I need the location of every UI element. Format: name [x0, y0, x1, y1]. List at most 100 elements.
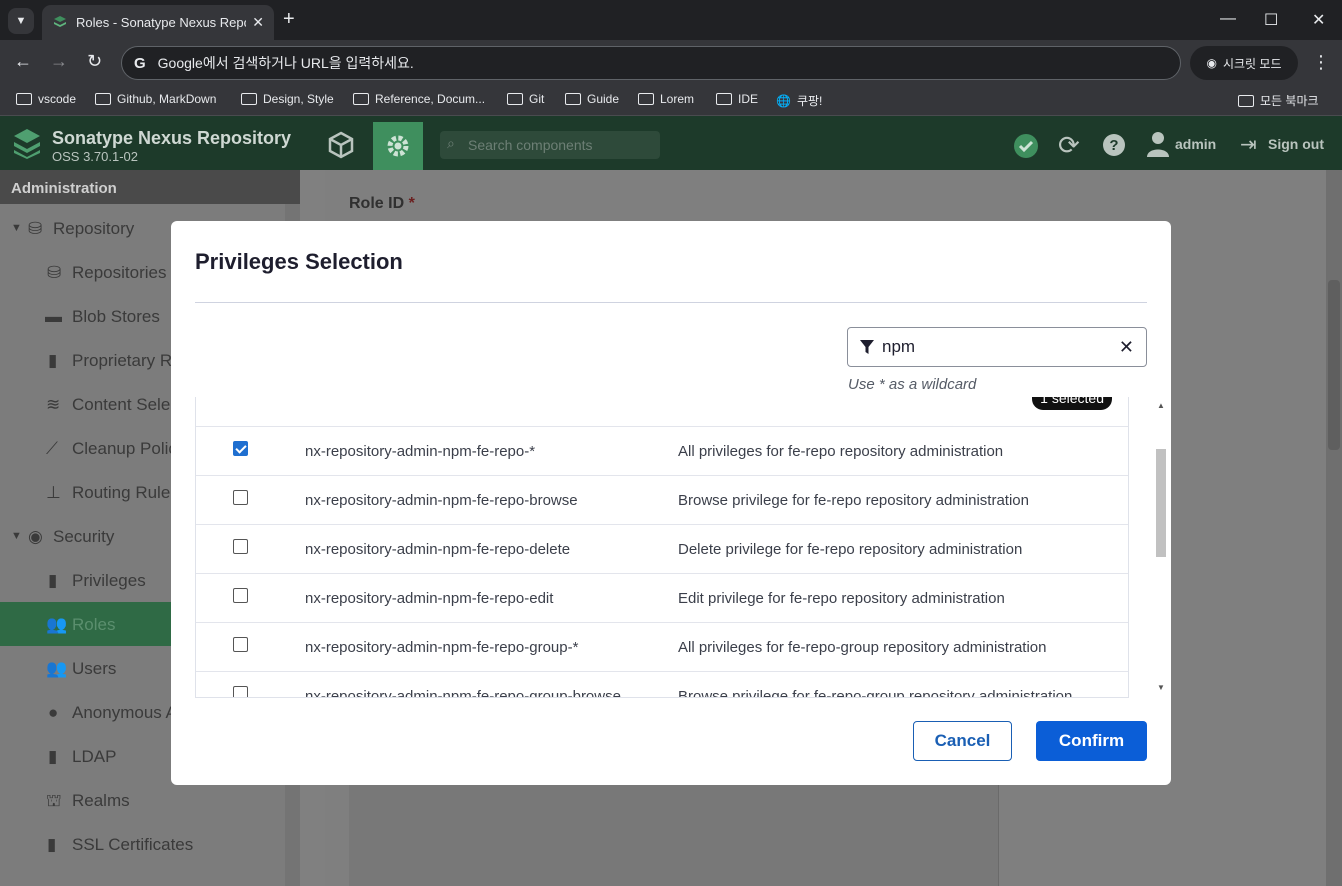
row-checkbox[interactable] [233, 686, 248, 697]
badge-icon: ▮ [48, 571, 58, 590]
bookmark-folder[interactable]: Github, MarkDown [95, 92, 216, 106]
bookmark-folder[interactable]: Reference, Docum... [353, 92, 485, 106]
bookmark-link[interactable]: 🌐 쿠팡! [776, 92, 822, 109]
row-checkbox[interactable] [233, 588, 248, 603]
sidebar-item-privileges[interactable]: Privileges [72, 571, 146, 591]
sidebar-item-cleanup-policies[interactable]: Cleanup Polic [72, 439, 177, 459]
realm-icon: ⛫ [46, 791, 62, 810]
table-row[interactable]: nx-repository-admin-npm-fe-repo-delete D… [196, 524, 1128, 573]
sidebar-item-users[interactable]: Users [72, 659, 116, 679]
user-name[interactable]: admin [1175, 136, 1216, 152]
bookmark-label: vscode [38, 92, 77, 106]
reload-icon[interactable]: ↻ [87, 51, 102, 72]
bookmark-folder[interactable]: Git [507, 92, 544, 106]
expand-arrow-icon[interactable]: ▼ [11, 222, 22, 234]
sidebar-item-repository[interactable]: Repository [53, 219, 134, 239]
role-id-text: Role ID [349, 195, 405, 212]
bookmark-folder[interactable]: Design, Style [241, 92, 334, 106]
row-checkbox[interactable] [233, 637, 248, 652]
minimize-icon[interactable]: — [1220, 10, 1236, 28]
brand-name: Sonatype Nexus Repository [52, 128, 292, 148]
sidebar-item-roles[interactable]: Roles [72, 615, 115, 635]
sidebar-item-proprietary[interactable]: Proprietary R [72, 351, 172, 371]
table-row[interactable]: nx-repository-admin-npm-fe-repo-browse B… [196, 475, 1128, 524]
folder-icon [638, 93, 654, 105]
broom-icon: ⟋ [46, 439, 58, 458]
cancel-button[interactable]: Cancel [913, 721, 1012, 761]
sidebar-item-routing-rules[interactable]: Routing Rule [72, 483, 170, 503]
bookmark-folder[interactable]: IDE [716, 92, 758, 106]
google-icon: G [134, 54, 146, 72]
status-check-icon[interactable] [1013, 133, 1039, 159]
bookmark-label: Lorem [660, 92, 695, 106]
maximize-icon[interactable]: ☐ [1264, 10, 1278, 30]
row-checkbox[interactable] [233, 490, 248, 505]
sidebar-item-realms[interactable]: Realms [72, 791, 130, 811]
browser-tab[interactable]: Roles - Sonatype Nexus Repos ✕ [42, 5, 274, 40]
sidebar-item-ldap[interactable]: LDAP [72, 747, 116, 767]
sign-out-link[interactable]: Sign out [1268, 136, 1324, 152]
bookmark-label: Github, MarkDown [117, 92, 217, 106]
sidebar-item-anonymous[interactable]: Anonymous A [72, 703, 177, 723]
table-row[interactable]: nx-repository-admin-npm-fe-repo-* All pr… [196, 426, 1128, 475]
sidebar-item-blob-stores[interactable]: Blob Stores [72, 307, 160, 327]
globe-icon: 🌐 [776, 93, 791, 108]
clear-filter-icon[interactable]: ✕ [1119, 337, 1134, 358]
form-field-area [349, 785, 999, 886]
incognito-badge[interactable]: ◉ 시크릿 모드 [1190, 46, 1298, 80]
close-window-icon[interactable]: ✕ [1312, 10, 1325, 30]
address-placeholder: Google에서 검색하거나 URL을 입력하세요. [157, 55, 414, 71]
all-bookmarks-folder[interactable]: 모든 북마크 [1238, 92, 1319, 109]
sidebar-item-repositories[interactable]: Repositories [72, 263, 167, 283]
table-row[interactable]: nx-repository-admin-npm-fe-repo-group-* … [196, 622, 1128, 671]
sidebar-item-content-selectors[interactable]: Content Sele [72, 395, 170, 415]
shield-icon: ◉ [28, 527, 43, 546]
bookmark-folder[interactable]: Lorem [638, 92, 694, 106]
sign-out-icon[interactable]: ⇥ [1240, 132, 1257, 157]
search-icon: ⌕ [447, 135, 455, 151]
privilege-name: nx-repository-admin-npm-fe-repo-group-* [305, 639, 579, 656]
filter-hint: Use * as a wildcard [848, 376, 977, 393]
table-row[interactable]: nx-repository-admin-npm-fe-repo-edit Edi… [196, 573, 1128, 622]
back-icon[interactable]: ← [14, 51, 32, 72]
page-scrollbar[interactable] [1326, 170, 1342, 886]
privileges-selection-modal: Privileges Selection npm ✕ Use * as a wi… [171, 221, 1171, 785]
tab-list-button[interactable]: ▼ [8, 8, 34, 34]
expand-arrow-icon[interactable]: ▼ [11, 530, 22, 542]
brand-version: OSS 3.70.1-02 [52, 149, 138, 164]
bookmark-label: Guide [587, 92, 620, 106]
book-icon: ▮ [48, 351, 58, 370]
privilege-name: nx-repository-admin-npm-fe-repo-delete [305, 541, 571, 558]
forward-icon[interactable]: → [50, 51, 68, 72]
sidebar-item-ssl-certificates[interactable]: SSL Certificates [72, 835, 193, 855]
table-scrollbar-thumb[interactable] [1156, 449, 1166, 557]
incognito-icon: ◉ [1206, 56, 1217, 70]
address-bar[interactable]: G Google에서 검색하거나 URL을 입력하세요. [121, 46, 1181, 80]
folder-icon [1238, 94, 1254, 107]
scroll-down-icon[interactable]: ▼ [1157, 683, 1165, 692]
sidebar-item-security[interactable]: Security [53, 527, 114, 547]
filter-value: npm [882, 337, 916, 356]
scroll-up-icon[interactable]: ▲ [1157, 401, 1165, 410]
tab-close-icon[interactable]: ✕ [252, 14, 264, 31]
row-checkbox[interactable] [233, 539, 248, 554]
privilege-name: nx-repository-admin-npm-fe-repo-browse [305, 492, 578, 509]
bookmark-folder[interactable]: vscode [16, 92, 76, 106]
component-search-input[interactable]: Search components [440, 131, 660, 159]
bookmark-folder[interactable]: Guide [565, 92, 619, 106]
browse-cube-icon[interactable] [327, 131, 355, 159]
privilege-description: Edit privilege for fe-repo repository ad… [678, 590, 1005, 607]
user-icon [1147, 132, 1169, 157]
browser-menu-icon[interactable]: ⋮ [1312, 52, 1330, 73]
bookmark-label: Design, Style [263, 92, 334, 106]
refresh-icon[interactable]: ⟳ [1058, 130, 1080, 161]
privilege-filter-input[interactable]: npm ✕ [847, 327, 1147, 367]
row-checkbox[interactable] [233, 441, 248, 456]
confirm-button[interactable]: Confirm [1036, 721, 1147, 761]
page-scrollbar-thumb[interactable] [1328, 280, 1340, 450]
folder-icon [565, 93, 581, 105]
table-row[interactable]: nx-repository-admin-npm-fe-repo-group-br… [196, 671, 1128, 697]
help-icon[interactable]: ? [1102, 133, 1126, 157]
table-scrollbar[interactable]: ▲ ▼ [1153, 397, 1169, 697]
new-tab-icon[interactable]: + [283, 8, 295, 31]
